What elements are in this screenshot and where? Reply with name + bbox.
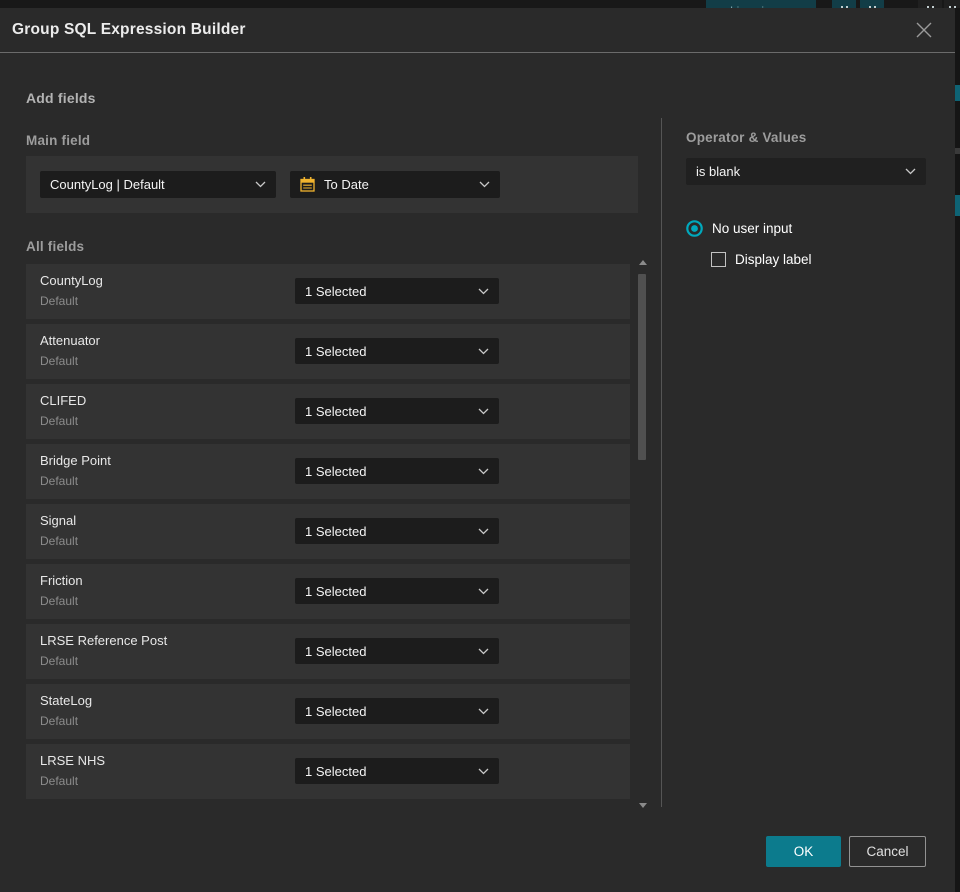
operator-values-heading: Operator & Values (686, 130, 807, 145)
field-selected-value: 1 Selected (305, 343, 367, 359)
field-name: CLIFED (40, 393, 87, 408)
field-row: CLIFED Default 1 Selected (26, 384, 630, 439)
field-sublabel: Default (40, 294, 79, 308)
chevron-down-icon (478, 468, 489, 474)
chevron-down-icon (478, 768, 489, 774)
field-sublabel: Default (40, 654, 79, 668)
edge-fragment (955, 195, 960, 216)
background-app-strip: Live view (0, 0, 960, 8)
field-selected-value: 1 Selected (305, 703, 367, 719)
field-selected-value: 1 Selected (305, 523, 367, 539)
chevron-down-icon (478, 348, 489, 354)
chevron-down-icon (478, 288, 489, 294)
chevron-down-icon (255, 181, 266, 188)
field-row: Signal Default 1 Selected (26, 504, 630, 559)
field-row: LRSE NHS Default 1 Selected (26, 744, 630, 799)
field-selected-dropdown[interactable]: 1 Selected (295, 278, 499, 304)
fields-list-scrollbar[interactable] (637, 258, 649, 810)
field-name: Friction (40, 573, 83, 588)
field-row: StateLog Default 1 Selected (26, 684, 630, 739)
pause-icon[interactable] (832, 0, 856, 8)
field-sublabel: Default (40, 474, 79, 488)
chevron-down-icon (478, 588, 489, 594)
chevron-down-icon (479, 181, 490, 188)
field-sublabel: Default (40, 414, 79, 428)
dialog-title: Group SQL Expression Builder (12, 21, 246, 38)
main-field-heading: Main field (26, 133, 91, 148)
chevron-down-icon (905, 168, 916, 175)
screen: Live view Group SQL Expression Builder A… (0, 0, 960, 892)
cancel-button[interactable]: Cancel (849, 836, 926, 867)
all-fields-list: CountyLog Default 1 Selected Attenuator … (26, 264, 630, 804)
radio-selected-icon (686, 220, 703, 237)
field-selected-dropdown[interactable]: 1 Selected (295, 398, 499, 424)
operator-select[interactable]: is blank (686, 158, 926, 185)
field-sublabel: Default (40, 594, 79, 608)
ok-button[interactable]: OK (766, 836, 841, 867)
operator-select-value: is blank (696, 164, 741, 179)
field-selected-value: 1 Selected (305, 403, 367, 419)
field-row: Attenuator Default 1 Selected (26, 324, 630, 379)
date-field-select[interactable]: To Date (290, 171, 500, 198)
pause-icon[interactable] (860, 0, 884, 8)
main-field-select[interactable]: CountyLog | Default (40, 171, 276, 198)
edge-fragment (955, 85, 960, 101)
field-row: Bridge Point Default 1 Selected (26, 444, 630, 499)
field-sublabel: Default (40, 354, 79, 368)
field-selected-dropdown[interactable]: 1 Selected (295, 578, 499, 604)
chevron-down-icon (478, 408, 489, 414)
field-selected-dropdown[interactable]: 1 Selected (295, 698, 499, 724)
field-selected-value: 1 Selected (305, 763, 367, 779)
field-row: Friction Default 1 Selected (26, 564, 630, 619)
live-view-toggle[interactable]: Live view (706, 0, 816, 8)
chevron-down-icon (478, 528, 489, 534)
panel-divider (661, 118, 662, 807)
close-icon[interactable] (913, 19, 935, 41)
field-selected-value: 1 Selected (305, 463, 367, 479)
add-fields-heading: Add fields (26, 90, 96, 106)
columns-icon[interactable] (944, 0, 960, 8)
background-app-edge (955, 8, 960, 892)
field-name: CountyLog (40, 273, 103, 288)
edge-fragment (955, 148, 960, 154)
field-sublabel: Default (40, 774, 79, 788)
field-selected-dropdown[interactable]: 1 Selected (295, 518, 499, 544)
scroll-up-icon[interactable] (639, 260, 647, 265)
field-selected-value: 1 Selected (305, 643, 367, 659)
group-sql-expression-builder-dialog: Group SQL Expression Builder Add fields … (0, 8, 955, 892)
scroll-down-icon[interactable] (639, 803, 647, 808)
field-name: Attenuator (40, 333, 100, 348)
display-label-label: Display label (735, 252, 812, 267)
columns-icon[interactable] (918, 0, 942, 8)
field-selected-value: 1 Selected (305, 583, 367, 599)
field-selected-value: 1 Selected (305, 283, 367, 299)
field-name: Bridge Point (40, 453, 111, 468)
main-field-panel: CountyLog | Default To Date (26, 156, 638, 213)
field-name: Signal (40, 513, 77, 528)
field-row: CountyLog Default 1 Selected (26, 264, 630, 319)
dialog-header: Group SQL Expression Builder (0, 8, 955, 53)
no-user-input-radio[interactable]: No user input (686, 220, 792, 237)
field-selected-dropdown[interactable]: 1 Selected (295, 338, 499, 364)
field-sublabel: Default (40, 534, 79, 548)
dialog-footer: OK Cancel (766, 836, 926, 867)
field-sublabel: Default (40, 714, 79, 728)
field-selected-dropdown[interactable]: 1 Selected (295, 458, 499, 484)
display-label-checkbox[interactable]: Display label (711, 252, 812, 267)
all-fields-heading: All fields (26, 239, 85, 254)
no-user-input-label: No user input (712, 221, 793, 236)
field-row: LRSE Reference Post Default 1 Selected (26, 624, 630, 679)
field-name: LRSE NHS (40, 753, 106, 768)
checkbox-unchecked-icon (711, 252, 726, 267)
field-name: LRSE Reference Post (40, 633, 168, 648)
field-name: StateLog (40, 693, 93, 708)
field-selected-dropdown[interactable]: 1 Selected (295, 638, 499, 664)
date-field-select-value: To Date (324, 177, 369, 192)
chevron-down-icon (478, 648, 489, 654)
calendar-icon (300, 177, 315, 192)
main-field-select-value: CountyLog | Default (50, 177, 165, 192)
scrollbar-thumb[interactable] (638, 274, 646, 460)
chevron-down-icon (478, 708, 489, 714)
field-selected-dropdown[interactable]: 1 Selected (295, 758, 499, 784)
